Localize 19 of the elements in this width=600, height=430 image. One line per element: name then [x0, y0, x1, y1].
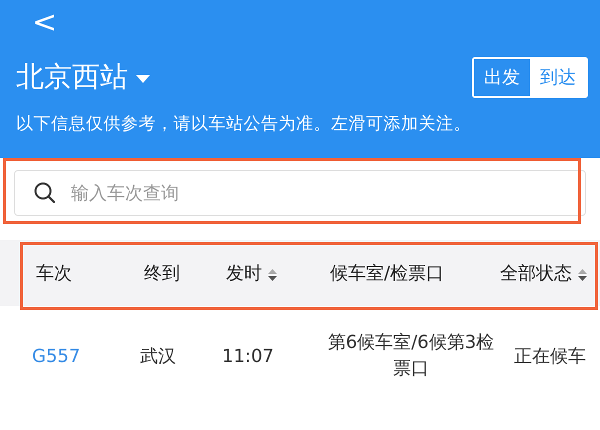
train-link[interactable]: G557 — [32, 346, 80, 366]
notice-text: 以下信息仅供参考，请以车站公告为准。左滑可添加关注。 — [16, 113, 472, 136]
station-title: 北京西站 — [16, 59, 128, 95]
column-header: 车次 — [36, 262, 72, 286]
column-header[interactable]: 发时 — [226, 260, 262, 286]
search-field[interactable]: 输入车次查询 — [14, 170, 586, 216]
back-icon[interactable]: < — [16, 8, 58, 38]
table-cell: 11:07 — [222, 346, 274, 366]
sort-icon[interactable] — [578, 269, 587, 281]
table-cell: 武汉 — [140, 346, 176, 366]
search-icon — [34, 182, 56, 204]
column-header: 终到 — [144, 262, 180, 286]
direction-tab[interactable]: 到达 — [530, 58, 586, 96]
column-header[interactable]: 全部状态 — [500, 260, 572, 286]
table-cell: 正在候车 — [514, 346, 586, 366]
sort-icon[interactable] — [268, 269, 277, 281]
dropdown-icon[interactable] — [136, 74, 150, 84]
column-header: 候车室/检票口 — [330, 262, 444, 286]
table-cell-text: 第6候车室/6候第3检票口 — [326, 331, 496, 381]
